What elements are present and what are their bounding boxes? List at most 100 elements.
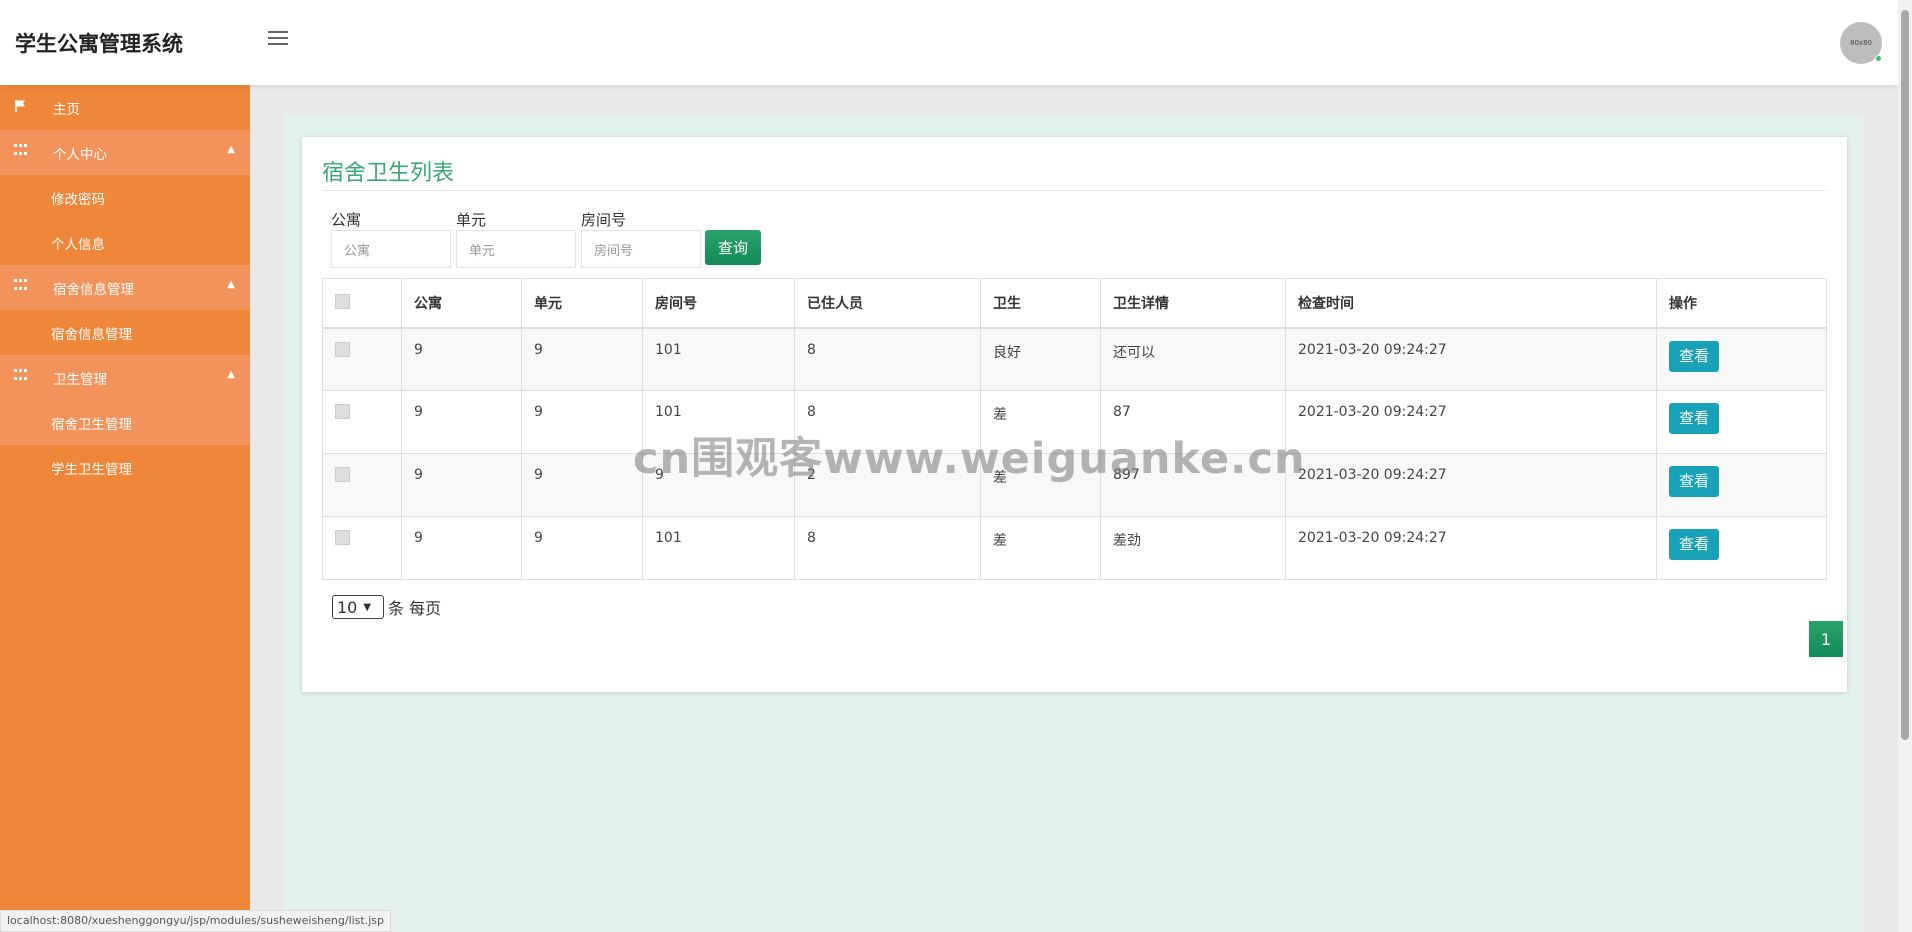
vertical-scrollbar[interactable] xyxy=(1898,0,1912,932)
row-checkbox[interactable] xyxy=(335,341,350,357)
sidebar-item-label: 个人中心 xyxy=(53,146,107,163)
watermark-text: cn围观客www.weiguanke.cn xyxy=(633,434,1306,484)
room-label: 房间号 xyxy=(581,211,627,229)
page-button-current[interactable]: 1 xyxy=(1809,621,1843,657)
unit-label: 单元 xyxy=(456,211,487,229)
cell-unit: 9 xyxy=(521,453,643,517)
search-button[interactable]: 查询 xyxy=(705,230,761,265)
row-checkbox[interactable] xyxy=(335,530,350,545)
cell-hygiene: 良好 xyxy=(980,327,1101,391)
scrollbar-thumb[interactable] xyxy=(1901,10,1909,740)
cell-apartment: 9 xyxy=(401,516,522,580)
sidebar-item-dorm-hygiene[interactable]: 宿舍卫生管理 xyxy=(0,400,250,445)
room-input[interactable]: 房间号 xyxy=(581,230,701,268)
flag-icon xyxy=(15,100,25,112)
title-divider xyxy=(322,190,1827,191)
sidebar-item-change-password[interactable]: 修改密码 xyxy=(0,175,250,220)
hamburger-menu-icon[interactable] xyxy=(268,31,288,49)
top-header: 学生公寓管理系统 80x80 xyxy=(0,0,1898,85)
table-row: 9 9 101 8 差 差劲 2021-03-20 09:24:27 查看 xyxy=(322,516,1827,580)
cell-actions: 查看 xyxy=(1656,327,1827,391)
column-header: 卫生 xyxy=(980,278,1101,329)
list-card: 宿舍卫生列表 公寓 公寓 单元 单元 房间号 房间号 查询 公寓 单元 房间号 … xyxy=(302,137,1847,692)
row-checkbox[interactable] xyxy=(335,467,350,482)
app-title: 学生公寓管理系统 xyxy=(15,32,183,56)
row-checkbox[interactable] xyxy=(335,404,350,419)
main-content: 宿舍卫生列表 公寓 公寓 单元 单元 房间号 房间号 查询 公寓 单元 房间号 … xyxy=(285,115,1863,932)
sidebar-item-label: 学生卫生管理 xyxy=(51,461,132,478)
grid-icon xyxy=(14,369,28,383)
page-size-suffix: 条 每页 xyxy=(388,599,442,618)
column-header: 检查时间 xyxy=(1285,278,1657,329)
sidebar-item-dorm-info-management[interactable]: 宿舍信息管理 xyxy=(0,310,250,355)
sidebar-item-personal-info[interactable]: 个人信息 xyxy=(0,220,250,265)
chevron-down-icon: ▼ xyxy=(363,601,372,613)
sidebar-item-label: 宿舍信息管理 xyxy=(53,281,134,298)
row-select-cell xyxy=(322,390,402,454)
row-select-cell xyxy=(322,516,402,580)
grid-icon xyxy=(14,144,28,158)
cell-actions: 查看 xyxy=(1656,516,1827,580)
grid-icon xyxy=(14,279,28,293)
page-size-control: 10 ▼ 条 每页 xyxy=(332,595,441,619)
sidebar-item-home[interactable]: 主页 xyxy=(0,85,250,130)
table-row: 9 9 101 8 良好 还可以 2021-03-20 09:24:27 查看 xyxy=(322,327,1827,391)
column-header: 操作 xyxy=(1656,278,1827,329)
cell-time: 2021-03-20 09:24:27 xyxy=(1285,327,1657,391)
cell-room: 101 xyxy=(642,516,795,580)
sidebar-group-hygiene[interactable]: 卫生管理 ▲ xyxy=(0,355,250,400)
column-header: 已住人员 xyxy=(794,278,981,329)
cell-apartment: 9 xyxy=(401,453,522,517)
status-url: localhost:8080/xueshenggongyu/jsp/module… xyxy=(0,910,391,932)
view-button[interactable]: 查看 xyxy=(1669,466,1719,497)
column-header: 房间号 xyxy=(642,278,795,329)
cell-unit: 9 xyxy=(521,390,643,454)
cell-residents: 8 xyxy=(794,516,981,580)
apartment-input[interactable]: 公寓 xyxy=(331,230,451,268)
cell-actions: 查看 xyxy=(1656,453,1827,517)
view-button[interactable]: 查看 xyxy=(1669,403,1719,434)
cell-room: 101 xyxy=(642,327,795,391)
cell-apartment: 9 xyxy=(401,327,522,391)
page-size-value: 10 xyxy=(337,597,358,617)
cell-detail: 还可以 xyxy=(1100,327,1286,391)
page-size-select[interactable]: 10 ▼ xyxy=(332,595,384,619)
sidebar-item-label: 宿舍卫生管理 xyxy=(51,416,132,433)
column-header: 卫生详情 xyxy=(1100,278,1286,329)
view-button[interactable]: 查看 xyxy=(1669,340,1719,372)
sidebar-item-label: 宿舍信息管理 xyxy=(51,326,132,343)
sidebar-item-label: 修改密码 xyxy=(51,191,105,208)
sidebar-item-label: 卫生管理 xyxy=(53,371,107,388)
table-header-row: 公寓 单元 房间号 已住人员 卫生 卫生详情 检查时间 操作 xyxy=(322,278,1827,329)
cell-residents: 8 xyxy=(794,327,981,391)
sidebar-group-personal-center[interactable]: 个人中心 ▲ xyxy=(0,130,250,175)
chevron-up-icon: ▲ xyxy=(227,279,235,290)
sidebar-item-label: 主页 xyxy=(53,101,80,118)
cell-actions: 查看 xyxy=(1656,390,1827,454)
cell-hygiene: 差 xyxy=(980,516,1101,580)
sidebar: 主页 个人中心 ▲ 修改密码 个人信息 宿舍信息管理 ▲ 宿舍信息管理 卫生管理… xyxy=(0,85,250,932)
view-button[interactable]: 查看 xyxy=(1669,529,1719,560)
column-header: 单元 xyxy=(521,278,643,329)
sidebar-group-dorm-info[interactable]: 宿舍信息管理 ▲ xyxy=(0,265,250,310)
page-title: 宿舍卫生列表 xyxy=(322,161,455,186)
cell-unit: 9 xyxy=(521,327,643,391)
column-header: 公寓 xyxy=(401,278,522,329)
cell-time: 2021-03-20 09:24:27 xyxy=(1285,453,1657,517)
row-select-cell xyxy=(322,327,402,391)
apartment-label: 公寓 xyxy=(331,211,362,229)
cell-unit: 9 xyxy=(521,516,643,580)
chevron-up-icon: ▲ xyxy=(227,369,235,380)
cell-detail: 差劲 xyxy=(1100,516,1286,580)
select-all-checkbox[interactable] xyxy=(335,294,350,310)
cell-time: 2021-03-20 09:24:27 xyxy=(1285,390,1657,454)
select-all-cell xyxy=(322,278,402,329)
sidebar-item-student-hygiene[interactable]: 学生卫生管理 xyxy=(0,445,250,490)
cell-apartment: 9 xyxy=(401,390,522,454)
unit-input[interactable]: 单元 xyxy=(456,230,576,268)
sidebar-item-label: 个人信息 xyxy=(51,236,105,253)
cell-time: 2021-03-20 09:24:27 xyxy=(1285,516,1657,580)
chevron-up-icon: ▲ xyxy=(227,144,235,155)
online-status-dot xyxy=(1875,55,1882,62)
row-select-cell xyxy=(322,453,402,517)
